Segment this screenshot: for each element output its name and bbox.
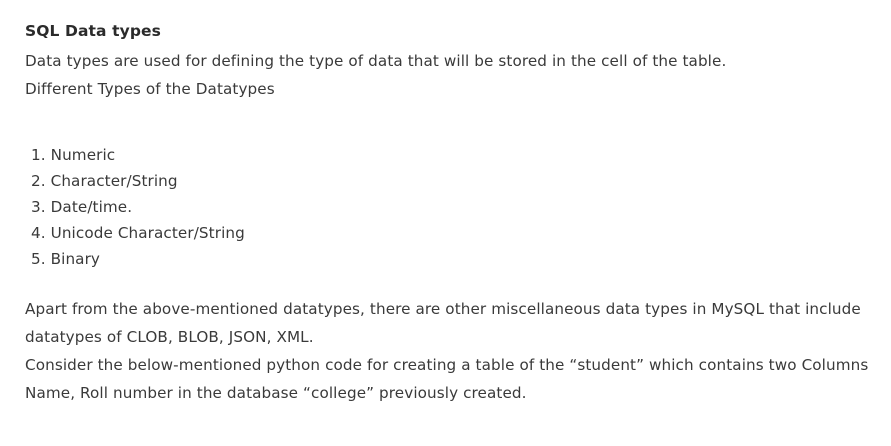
list-item: 2. Character/String [31, 172, 178, 190]
intro-paragraph: Data types are used for defining the typ… [25, 52, 727, 70]
article-content: SQL Data types Data types are used for d… [0, 0, 891, 446]
list-item: 5. Binary [31, 250, 101, 268]
list-item: 3. Date/time. [31, 198, 133, 216]
misc-datatypes-paragraph: Apart from the above-mentioned datatypes… [25, 300, 861, 346]
datatypes-list: 1. Numeric 2. Character/String 3. Date/t… [31, 142, 245, 272]
code-intro-paragraph: Consider the below-mentioned python code… [25, 356, 869, 402]
datatypes-subheading: Different Types of the Datatypes [25, 80, 275, 98]
section-heading: SQL Data types [25, 22, 161, 40]
list-item: 4. Unicode Character/String [31, 224, 245, 242]
list-item: 1. Numeric [31, 146, 116, 164]
